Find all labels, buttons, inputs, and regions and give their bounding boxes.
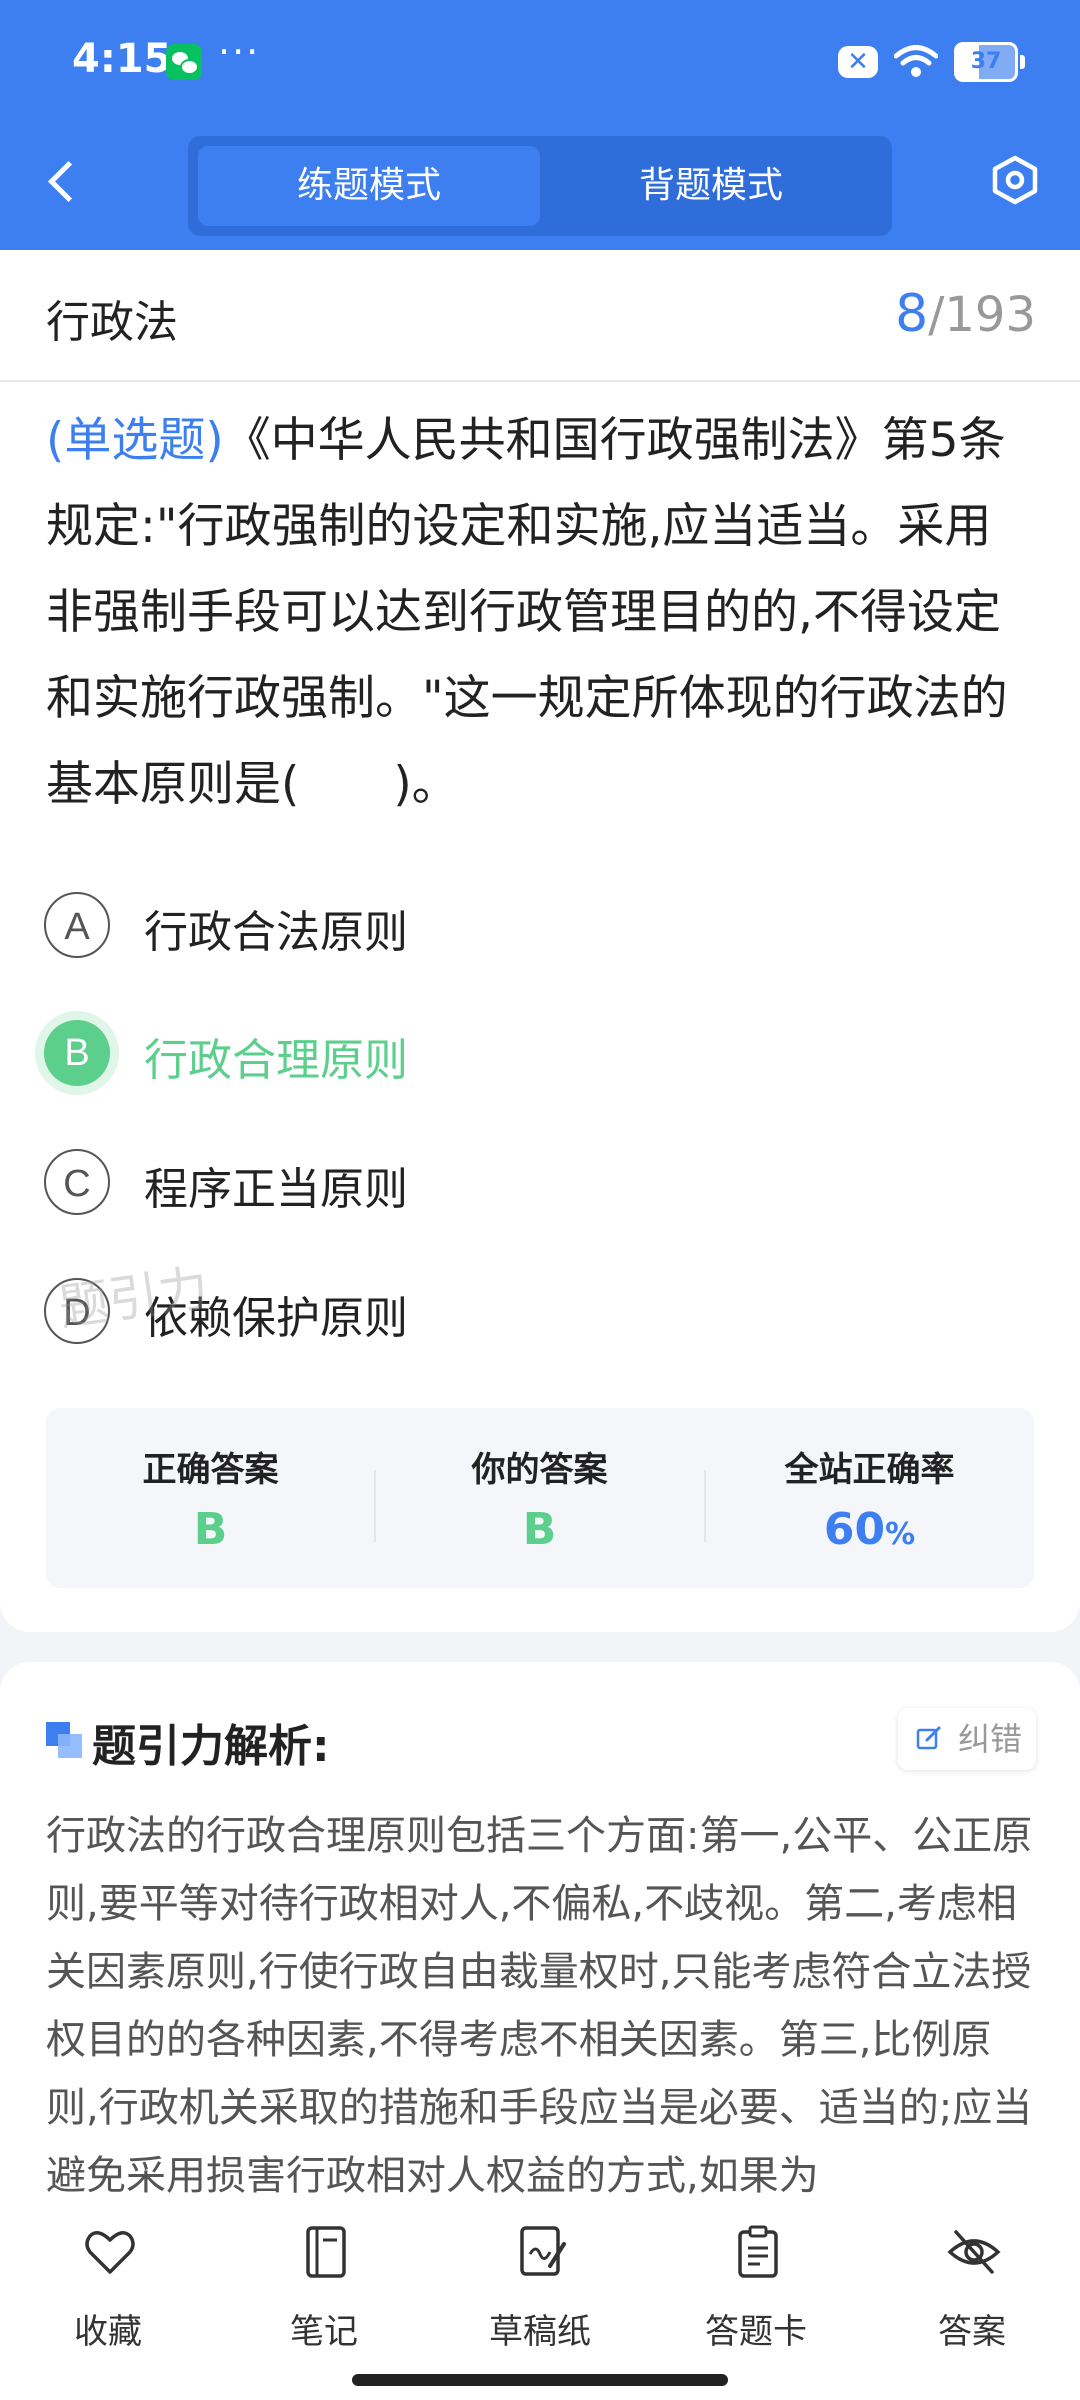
answer-summary: 正确答案 B 你的答案 B 全站正确率 60% xyxy=(46,1408,1034,1588)
current-question-number: 8 xyxy=(895,284,929,344)
correct-answer-label: 正确答案 xyxy=(142,1450,279,1490)
back-button[interactable] xyxy=(40,150,90,220)
option-c[interactable]: C 程序正当原则 xyxy=(44,1137,944,1227)
answer-card-icon xyxy=(738,2225,778,2278)
status-bar: 4:15 ··· ✕ 37 xyxy=(0,0,1080,125)
chevron-left-icon xyxy=(47,160,90,203)
subject-row: 行政法 8/193 xyxy=(0,250,1080,382)
no-sim-icon: ✕ xyxy=(838,46,878,78)
question-counter: 8/193 xyxy=(895,284,1036,344)
nav-draft[interactable]: 草稿纸 xyxy=(460,2224,620,2364)
option-b[interactable]: B 行政合理原则 xyxy=(44,1008,944,1098)
notebook-icon xyxy=(306,2226,346,2278)
site-accuracy-value: 60% xyxy=(705,1504,1034,1555)
header-bar: 4:15 ··· ✕ 37 练题模式 背题模式 xyxy=(0,0,1080,250)
report-error-button[interactable]: 纠错 xyxy=(898,1708,1036,1770)
eye-off-icon xyxy=(947,2230,1001,2274)
question-stem: (单选题)《中华人民共和国行政强制法》第5条规定:"行政强制的设定和实施,应当适… xyxy=(46,398,1036,828)
question-text: 《中华人民共和国行政强制法》第5条规定:"行政强制的设定和实施,应当适当。采用非… xyxy=(46,413,1008,812)
settings-hexagon-icon xyxy=(992,155,1038,205)
site-accuracy: 全站正确率 60% xyxy=(705,1408,1034,1588)
nav-label: 答题卡 xyxy=(705,2312,807,2352)
mode-toggle: 练题模式 背题模式 xyxy=(188,136,892,236)
nav-label: 答案 xyxy=(938,2312,1006,2352)
nav-label: 笔记 xyxy=(290,2312,358,2352)
correct-answer-value: B xyxy=(193,1504,228,1555)
option-letter: A xyxy=(44,892,110,958)
option-text: 行政合理原则 xyxy=(144,1035,408,1086)
nav-notes[interactable]: 笔记 xyxy=(244,2224,404,2364)
heart-icon xyxy=(85,2231,135,2274)
accuracy-unit: % xyxy=(885,1517,916,1552)
site-accuracy-label: 全站正确率 xyxy=(784,1450,955,1490)
nav-favorite[interactable]: 收藏 xyxy=(28,2224,188,2364)
battery-icon: 37 xyxy=(954,42,1025,82)
nav-label: 收藏 xyxy=(74,2312,142,2352)
total-questions: /193 xyxy=(928,287,1036,343)
wechat-icon xyxy=(166,44,202,80)
wifi-icon xyxy=(894,45,938,77)
status-time: 4:15 xyxy=(72,36,172,82)
bottom-nav: 收藏 笔记 草稿纸 答题卡 答案 xyxy=(0,2200,1080,2400)
report-error-label: 纠错 xyxy=(958,1720,1023,1758)
accuracy-number: 60 xyxy=(823,1504,886,1555)
option-text: 行政合法原则 xyxy=(144,907,408,958)
option-letter: C xyxy=(44,1149,110,1215)
more-notifications-icon: ··· xyxy=(218,30,261,74)
draft-paper-icon xyxy=(520,2226,566,2276)
analysis-title: 题引力解析: xyxy=(92,1721,330,1772)
your-answer: 你的答案 B xyxy=(375,1408,704,1588)
option-letter: B xyxy=(44,1020,110,1086)
analysis-icon xyxy=(46,1722,84,1760)
settings-button[interactable] xyxy=(990,155,1040,205)
question-type: (单选题) xyxy=(46,413,224,468)
option-a[interactable]: A 行政合法原则 xyxy=(44,880,944,970)
nav-answer[interactable]: 答案 xyxy=(892,2224,1052,2364)
analysis-section: 题引力解析: 纠错 行政法的行政合理原则包括三个方面:第一,公平、公正原则,要平… xyxy=(0,1662,1080,2222)
subject-title: 行政法 xyxy=(46,297,178,348)
nav-label: 草稿纸 xyxy=(489,2312,591,2352)
correct-answer: 正确答案 B xyxy=(46,1408,375,1588)
your-answer-label: 你的答案 xyxy=(471,1450,608,1490)
home-indicator xyxy=(352,2374,728,2386)
option-text: 程序正当原则 xyxy=(144,1164,408,1215)
question-card: 行政法 8/193 (单选题)《中华人民共和国行政强制法》第5条规定:"行政强制… xyxy=(0,250,1080,1632)
analysis-text: 行政法的行政合理原则包括三个方面:第一,公平、公正原则,要平等对待行政相对人,不… xyxy=(46,1813,1033,2199)
edit-icon xyxy=(916,1726,941,1750)
tab-practice-mode[interactable]: 练题模式 xyxy=(198,146,540,226)
nav-answer-card[interactable]: 答题卡 xyxy=(676,2224,836,2364)
tab-memorize-mode[interactable]: 背题模式 xyxy=(540,146,882,226)
your-answer-value: B xyxy=(522,1504,557,1555)
